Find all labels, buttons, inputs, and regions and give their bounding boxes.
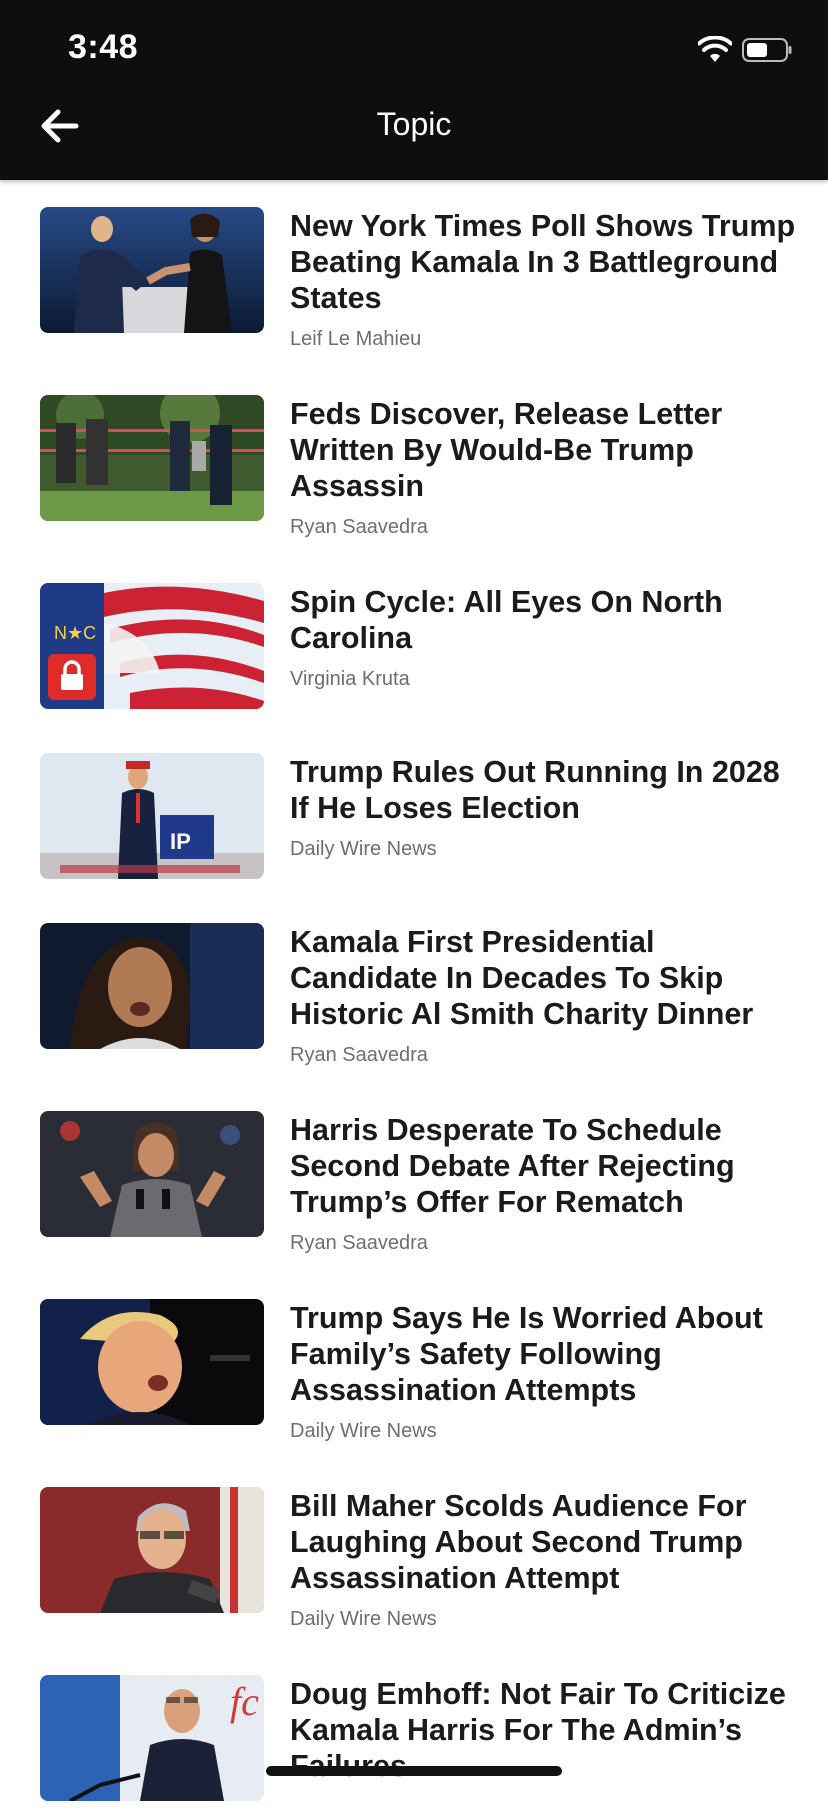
article-headline[interactable]: Feds Discover, Release Letter Written By… — [290, 396, 800, 504]
article-thumbnail — [40, 395, 264, 521]
article-item[interactable]: Feds Discover, Release Letter Written By… — [0, 368, 828, 538]
article-headline[interactable]: Trump Rules Out Running In 2028 If He Lo… — [290, 754, 800, 826]
article-thumbnail — [40, 1111, 264, 1237]
article-item[interactable]: Trump Says He Is Worried About Family’s … — [0, 1272, 828, 1442]
article-author: Ryan Saavedra — [290, 516, 428, 538]
article-author: Daily Wire News — [290, 838, 437, 860]
article-thumbnail: IP — [40, 753, 264, 879]
article-author: Daily Wire News — [290, 1608, 437, 1630]
svg-text:IP: IP — [170, 829, 191, 854]
article-headline[interactable]: Bill Maher Scolds Audience For Laughing … — [290, 1488, 800, 1596]
article-item[interactable]: Harris Desperate To Schedule Second Deba… — [0, 1084, 828, 1254]
page-title: Topic — [376, 106, 452, 142]
article-headline[interactable]: Harris Desperate To Schedule Second Deba… — [290, 1112, 800, 1220]
home-indicator[interactable] — [266, 1766, 562, 1776]
article-author: Leif Le Mahieu — [290, 328, 422, 350]
article-author: Ryan Saavedra — [290, 1232, 428, 1254]
article-thumbnail — [40, 1299, 264, 1425]
article-item[interactable]: N★C Spin Cycle: All Eyes On North Caroli… — [0, 556, 828, 726]
lock-icon — [61, 660, 83, 690]
article-item[interactable]: Kamala First Presidential Candidate In D… — [0, 896, 828, 1066]
article-thumbnail: N★C — [40, 583, 264, 709]
article-item[interactable]: IP Trump Rules Out Running In 2028 If He… — [0, 726, 828, 896]
article-thumbnail — [40, 923, 264, 1049]
battery-icon — [742, 38, 792, 62]
wifi-icon — [698, 36, 732, 62]
article-headline[interactable]: Spin Cycle: All Eyes On North Carolina — [290, 584, 800, 656]
article-item[interactable]: New York Times Poll Shows Trump Beating … — [0, 180, 828, 350]
article-item[interactable]: fc Doug Emhoff: Not Fair To Criticize Ka… — [0, 1648, 828, 1818]
article-thumbnail — [40, 207, 264, 333]
article-item[interactable]: Bill Maher Scolds Audience For Laughing … — [0, 1460, 828, 1630]
article-thumbnail — [40, 1487, 264, 1613]
article-thumbnail: fc — [40, 1675, 264, 1801]
lock-badge — [48, 654, 96, 700]
article-headline[interactable]: Trump Says He Is Worried About Family’s … — [290, 1300, 800, 1408]
article-headline[interactable]: New York Times Poll Shows Trump Beating … — [290, 208, 800, 316]
svg-text:fc: fc — [230, 1679, 259, 1724]
article-headline[interactable]: Kamala First Presidential Candidate In D… — [290, 924, 800, 1032]
article-author: Virginia Kruta — [290, 668, 410, 690]
article-author: Daily Wire News — [290, 1420, 437, 1442]
status-time: 3:48 — [68, 28, 139, 66]
app-header: 3:48 Topic — [0, 0, 828, 180]
article-author: Ryan Saavedra — [290, 1044, 428, 1066]
svg-text:N★C: N★C — [54, 623, 96, 643]
